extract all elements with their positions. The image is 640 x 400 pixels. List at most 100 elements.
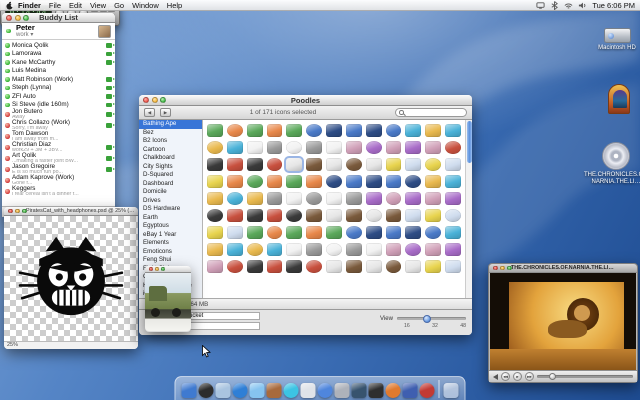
icon-thumbnail[interactable] xyxy=(346,158,362,171)
icon-thumbnail[interactable] xyxy=(425,243,441,256)
pixadex-titlebar[interactable]: Poodles xyxy=(139,95,472,106)
icon-thumbnail[interactable] xyxy=(386,260,402,273)
icon-thumbnail[interactable] xyxy=(247,141,263,154)
icon-thumbnail[interactable] xyxy=(306,260,322,273)
menu-go[interactable]: Go xyxy=(110,1,128,10)
icon-size-slider[interactable] xyxy=(397,317,466,320)
icon-thumbnail[interactable] xyxy=(326,158,342,171)
icon-thumbnail[interactable] xyxy=(346,124,362,137)
playhead[interactable] xyxy=(549,373,556,380)
icon-thumbnail[interactable] xyxy=(445,124,461,137)
icon-thumbnail[interactable] xyxy=(227,260,243,273)
camera-icon[interactable] xyxy=(106,123,112,128)
camera-icon[interactable] xyxy=(106,103,112,108)
zoom-button[interactable] xyxy=(161,267,165,271)
icon-thumbnail[interactable] xyxy=(207,175,223,188)
collection-ds-hardware[interactable]: DS Hardware xyxy=(139,205,202,214)
photo-titlebar[interactable] xyxy=(145,266,191,273)
icon-thumbnail[interactable] xyxy=(326,209,342,222)
icon-thumbnail[interactable] xyxy=(366,260,382,273)
back-button[interactable]: ◀ xyxy=(144,108,155,117)
icon-thumbnail[interactable] xyxy=(326,124,342,137)
buddy-row[interactable]: Steph (Lynna) xyxy=(2,84,115,93)
camera-icon[interactable] xyxy=(106,156,112,161)
display-menu-icon[interactable] xyxy=(536,1,545,10)
icon-thumbnail[interactable] xyxy=(267,243,283,256)
apple-menu-icon[interactable] xyxy=(5,1,14,10)
icon-thumbnail[interactable] xyxy=(227,192,243,205)
dock-system-preferences[interactable] xyxy=(335,383,350,398)
timeline-slider[interactable] xyxy=(537,375,633,378)
scrollbar-thumb[interactable] xyxy=(467,121,472,163)
icon-thumbnail[interactable] xyxy=(207,243,223,256)
icon-thumbnail[interactable] xyxy=(306,192,322,205)
icon-thumbnail[interactable] xyxy=(247,192,263,205)
icon-thumbnail[interactable] xyxy=(286,192,302,205)
icon-thumbnail[interactable] xyxy=(326,243,342,256)
icon-thumbnail[interactable] xyxy=(247,226,263,239)
rewind-button[interactable]: ◂◂ xyxy=(501,372,510,381)
desktop-icon-macintosh-hd[interactable]: Macintosh HD xyxy=(596,28,638,52)
icon-thumbnail[interactable] xyxy=(207,209,223,222)
icon-thumbnail[interactable] xyxy=(405,192,421,205)
icon-thumbnail[interactable] xyxy=(227,209,243,222)
buddy-row[interactable]: KeggersI fear cereal isn't a dinner f... xyxy=(2,186,115,197)
icon-thumbnail[interactable] xyxy=(346,192,362,205)
icon-thumbnail[interactable] xyxy=(386,141,402,154)
desktop-icon-jukebox[interactable] xyxy=(598,84,640,114)
icon-thumbnail[interactable] xyxy=(326,192,342,205)
camera-icon[interactable] xyxy=(106,94,112,99)
collection-ebay-1-year[interactable]: eBay 1 Year xyxy=(139,231,202,240)
dock-ichat[interactable] xyxy=(250,383,265,398)
icon-thumbnail[interactable] xyxy=(405,260,421,273)
name-field[interactable]: Bucket xyxy=(182,312,260,320)
bluetooth-menu-icon[interactable] xyxy=(550,1,559,10)
icon-thumbnail[interactable] xyxy=(445,226,461,239)
icon-thumbnail[interactable] xyxy=(386,175,402,188)
icon-thumbnail[interactable] xyxy=(267,226,283,239)
camera-icon[interactable] xyxy=(106,145,112,150)
volume-icon[interactable] xyxy=(493,374,498,380)
menu-view[interactable]: View xyxy=(86,1,110,10)
icon-thumbnail[interactable] xyxy=(247,243,263,256)
camera-icon[interactable] xyxy=(106,43,112,48)
icon-thumbnail[interactable] xyxy=(445,158,461,171)
collection-elements[interactable]: Elements xyxy=(139,239,202,248)
icon-thumbnail[interactable] xyxy=(306,158,322,171)
buddy-row[interactable]: Monica Qolik xyxy=(2,41,115,50)
minimize-button[interactable] xyxy=(15,209,20,214)
icon-thumbnail[interactable] xyxy=(227,175,243,188)
icon-thumbnail[interactable] xyxy=(425,226,441,239)
icon-thumbnail[interactable] xyxy=(346,260,362,273)
dock-firefox[interactable] xyxy=(386,383,401,398)
icon-thumbnail[interactable] xyxy=(425,158,441,171)
close-button[interactable] xyxy=(493,266,498,271)
collection-d-squared[interactable]: D-Squared xyxy=(139,171,202,180)
collection-feng-shui[interactable]: Feng Shui xyxy=(139,256,202,265)
buddy-row[interactable]: Matt Robinson (Work) xyxy=(2,75,115,84)
camera-icon[interactable] xyxy=(106,86,112,91)
menu-file[interactable]: File xyxy=(45,1,65,10)
icon-thumbnail[interactable] xyxy=(405,243,421,256)
icon-thumbnail[interactable] xyxy=(227,158,243,171)
icon-thumbnail[interactable] xyxy=(405,124,421,137)
icon-thumbnail[interactable] xyxy=(386,192,402,205)
icon-thumbnail[interactable] xyxy=(366,124,382,137)
icon-thumbnail[interactable] xyxy=(306,124,322,137)
minimize-button[interactable] xyxy=(155,267,159,271)
icon-thumbnail[interactable] xyxy=(286,141,302,154)
close-button[interactable] xyxy=(143,97,149,103)
collection-emoticons[interactable]: Emoticons xyxy=(139,248,202,257)
my-status-menu[interactable]: work ▾ xyxy=(16,32,35,39)
icon-thumbnail[interactable] xyxy=(445,260,461,273)
dock-finder[interactable] xyxy=(182,383,197,398)
dock-trash[interactable] xyxy=(444,383,459,398)
camera-icon[interactable] xyxy=(106,52,112,57)
photoshop-canvas[interactable] xyxy=(4,216,138,341)
icon-thumbnail[interactable] xyxy=(425,141,441,154)
icon-thumbnail[interactable] xyxy=(346,141,362,154)
collection-egyptous[interactable]: Egyptous xyxy=(139,222,202,231)
collection-b2-icons[interactable]: B2 Icons xyxy=(139,137,202,146)
icon-thumbnail[interactable] xyxy=(405,226,421,239)
collection-cartoon[interactable]: Cartoon xyxy=(139,146,202,155)
